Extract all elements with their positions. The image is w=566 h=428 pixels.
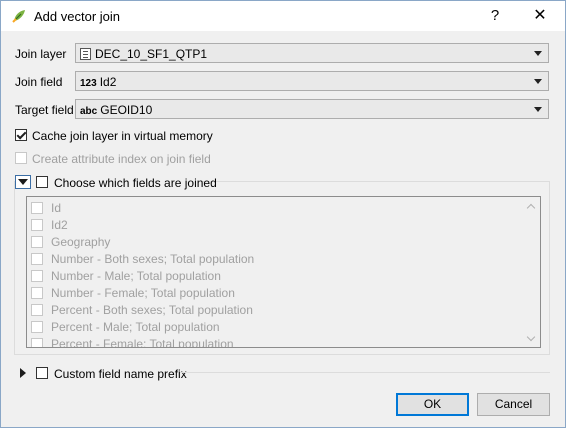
join-field-combo[interactable]: 123 Id2 — [75, 71, 549, 91]
join-layer-combo[interactable]: DEC_10_SF1_QTP1 — [75, 43, 549, 63]
create-index-checkbox[interactable] — [15, 152, 27, 164]
scroll-down-icon[interactable] — [526, 332, 536, 342]
add-vector-join-dialog: Add vector join ? ✕ Join layer DEC_10_SF… — [0, 0, 566, 428]
collapse-toggle-icon[interactable] — [15, 175, 31, 189]
list-item[interactable]: Number - Female; Total population — [29, 285, 519, 302]
field-name: Number - Female; Total population — [51, 286, 235, 300]
list-item[interactable]: Percent - Both sexes; Total population — [29, 302, 519, 319]
join-layer-value: DEC_10_SF1_QTP1 — [95, 47, 208, 61]
integer-type-icon: 123 — [80, 78, 97, 89]
field-checkbox[interactable] — [31, 202, 43, 214]
table-layer-icon — [80, 48, 91, 60]
field-checkbox[interactable] — [31, 236, 43, 248]
join-layer-label: Join layer — [15, 47, 67, 61]
list-item[interactable]: Percent - Male; Total population — [29, 319, 519, 336]
list-item[interactable]: Geography — [29, 234, 519, 251]
chevron-down-icon — [534, 51, 542, 56]
field-name: Percent - Female; Total population — [51, 337, 234, 348]
chevron-down-icon — [534, 79, 542, 84]
field-checkbox[interactable] — [31, 338, 43, 347]
list-item[interactable]: Id — [29, 200, 519, 217]
field-checkbox[interactable] — [31, 253, 43, 265]
custom-prefix-checkbox[interactable] — [36, 367, 48, 379]
list-item[interactable]: Number - Male; Total population — [29, 268, 519, 285]
field-checkbox[interactable] — [31, 270, 43, 282]
target-field-combo[interactable]: abc GEOID10 — [75, 99, 549, 119]
field-name: Number - Both sexes; Total population — [51, 252, 255, 266]
custom-prefix-label: Custom field name prefix — [54, 367, 187, 381]
field-name: Geography — [51, 235, 111, 249]
join-field-value-wrap: 123 Id2 — [80, 75, 116, 89]
field-name: Percent - Male; Total population — [51, 320, 220, 334]
list-item[interactable]: Id2 — [29, 217, 519, 234]
field-checkbox[interactable] — [31, 219, 43, 231]
field-checkbox[interactable] — [31, 321, 43, 333]
vertical-scrollbar[interactable] — [524, 198, 539, 346]
close-button[interactable]: ✕ — [525, 1, 555, 31]
expand-arrow-icon[interactable] — [20, 368, 26, 378]
field-name: Percent - Both sexes; Total population — [51, 303, 253, 317]
help-button[interactable]: ? — [481, 1, 509, 31]
target-field-value-wrap: abc GEOID10 — [80, 103, 152, 117]
dialog-title: Add vector join — [34, 9, 120, 24]
join-field-value: Id2 — [99, 75, 117, 89]
cache-join-layer-label: Cache join layer in virtual memory — [32, 129, 213, 143]
qgis-app-icon — [12, 10, 25, 23]
target-field-value: GEOID10 — [100, 103, 153, 117]
join-layer-value-wrap: DEC_10_SF1_QTP1 — [80, 47, 207, 61]
cancel-button[interactable]: Cancel — [477, 393, 550, 416]
join-field-label: Join field — [15, 75, 63, 89]
field-name: Id — [51, 201, 62, 215]
chevron-down-icon — [534, 107, 542, 112]
fields-list[interactable]: Id Id2 Geography Number - Both sexes; To… — [26, 196, 541, 348]
prefix-group-divider — [180, 372, 550, 373]
field-checkbox[interactable] — [31, 304, 43, 316]
list-item[interactable]: Number - Both sexes; Total population — [29, 251, 519, 268]
field-checkbox[interactable] — [31, 287, 43, 299]
create-index-label: Create attribute index on join field — [32, 152, 211, 166]
cache-join-layer-checkbox[interactable] — [15, 129, 27, 141]
choose-fields-label: Choose which fields are joined — [54, 176, 217, 190]
list-item[interactable]: Percent - Female; Total population — [29, 336, 519, 348]
ok-button[interactable]: OK — [396, 393, 469, 416]
target-field-label: Target field — [15, 103, 74, 117]
choose-fields-checkbox[interactable] — [36, 176, 48, 188]
title-bar: Add vector join ? ✕ — [1, 1, 565, 31]
field-name: Number - Male; Total population — [51, 269, 221, 283]
field-name: Id2 — [51, 218, 68, 232]
scroll-up-icon[interactable] — [526, 203, 536, 213]
string-type-icon: abc — [80, 106, 98, 117]
